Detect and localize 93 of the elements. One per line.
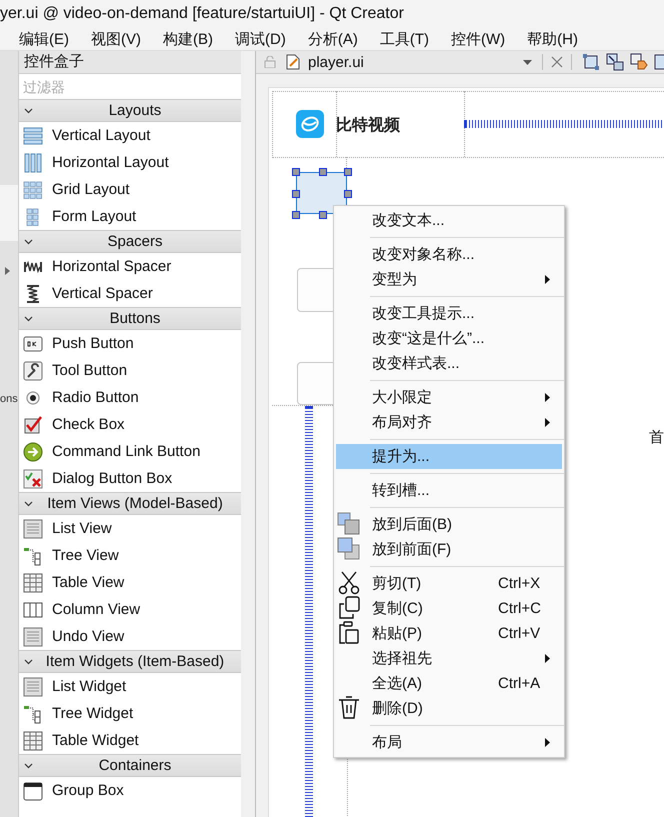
context-menu-item[interactable]: 剪切(T) Ctrl+X [336,571,562,596]
context-menu-item[interactable]: 布局 [336,730,562,755]
context-menu-item[interactable]: 改变对象名称... [336,242,562,267]
triangle-icon[interactable] [5,267,10,275]
grid-square-icon[interactable] [582,53,600,71]
context-menu-item[interactable]: 大小限定 [336,385,562,410]
widget-item[interactable]: Dialog Button Box [19,465,241,492]
ok-button-icon [23,334,43,354]
widget-item[interactable]: List Widget [19,673,241,700]
widget-item[interactable]: Vertical Spacer [19,280,241,307]
grid-icon [23,180,43,200]
app-name: 比特视频 [336,115,400,136]
wrench-icon [23,360,43,380]
panel-title: 控件盒子 [19,51,241,74]
widget-item[interactable]: Table View [19,569,241,596]
category-header[interactable]: Spacers [19,230,241,253]
chevron-icon [24,659,33,665]
chevron-icon [24,316,33,322]
tag-icon[interactable] [630,53,648,71]
context-menu-item[interactable]: 选择祖先 [336,646,562,671]
context-menu-item[interactable]: 变型为 [336,267,562,292]
widget-item[interactable]: Radio Button [19,384,241,411]
widget-item[interactable]: Form Layout [19,203,241,230]
context-menu-item[interactable]: 改变文本... [336,208,562,233]
context-menu-item[interactable]: 布局对齐 [336,410,562,435]
context-menu-item[interactable]: 复制(C) Ctrl+C [336,596,562,621]
category-header[interactable]: Containers [19,754,241,777]
arrow-square-icon[interactable] [606,53,624,71]
rows-icon [23,126,43,146]
menu-item[interactable]: 构建(B) [156,30,220,48]
close-icon[interactable] [551,56,563,68]
menu-item[interactable]: 视图(V) [84,30,148,48]
menu-item[interactable]: 编辑(E) [12,30,76,48]
context-menu-item[interactable]: 粘贴(P) Ctrl+V [336,621,562,646]
selected-widget[interactable] [292,168,352,219]
widget-item[interactable]: Check Box [19,411,241,438]
widget-item[interactable]: List View [19,515,241,542]
column-view-icon [23,600,43,620]
category-header[interactable]: Item Widgets (Item-Based) [19,650,241,673]
list-icon [23,676,43,696]
window-title: yer.ui @ video-on-demand [feature/startuiUI] - Qt Creator [0,5,404,23]
menu-item[interactable]: 控件(W) [444,30,512,48]
tree-icon [23,546,43,566]
tree-icon [23,704,43,724]
context-menu-item[interactable]: 放到前面(F) [336,537,562,562]
arrow-circle-icon [23,442,43,462]
widget-item[interactable]: Push Button [19,330,241,357]
widget-item[interactable]: Horizontal Spacer [19,253,241,280]
menu-item[interactable]: 帮助(H) [520,30,585,48]
chevron-icon [24,108,33,114]
checkbox-icon [23,414,43,434]
widget-item[interactable]: Table Widget [19,727,241,754]
context-menu-item[interactable]: 全选(A) Ctrl+A [336,671,562,696]
menu-item[interactable]: 调试(D) [228,30,293,48]
mode-label[interactable]: ons [0,393,18,405]
form-label: 首 [649,428,664,447]
context-menu-item[interactable]: 提升为... [336,444,562,469]
window-icon [23,780,43,800]
columns-icon [23,152,43,172]
context-menu-item[interactable]: 改变样式表... [336,351,562,376]
category-header[interactable]: Layouts [19,99,241,122]
caret-icon[interactable] [523,60,532,64]
table-icon [23,572,43,592]
menu-item[interactable]: 工具(T) [372,30,436,48]
chevron-icon [24,239,33,245]
chevron-icon [24,501,33,507]
context-menu-item[interactable]: 放到后面(B) [336,512,562,537]
context-menu-item[interactable]: 转到槽... [336,478,562,503]
app-logo-icon [296,110,324,138]
context-menu-item[interactable]: 删除(D) [336,696,562,721]
category-header[interactable]: Item Views (Model-Based) [19,492,241,515]
menu-item[interactable]: 分析(A) [300,30,365,48]
list-icon [23,626,43,646]
widget-item[interactable]: Command Link Button [19,438,241,465]
category-header[interactable]: Buttons [19,307,241,330]
chevron-icon [24,763,33,769]
widget-item[interactable]: Column View [19,596,241,623]
widget-item[interactable]: Tool Button [19,357,241,384]
check-cross-icon [23,468,43,488]
file-tab[interactable]: player.ui [308,54,364,70]
widget-item[interactable]: Tree View [19,542,241,569]
widget-item[interactable]: Grid Layout [19,176,241,203]
context-menu-item[interactable]: 改变“这是什么”... [336,326,562,351]
widget-item[interactable]: Tree Widget [19,700,241,727]
widget-item[interactable]: Horizontal Layout [19,149,241,176]
widget-item[interactable]: Undo View [19,623,241,650]
table-icon [23,730,43,750]
widget-item[interactable]: Group Box [19,777,241,804]
widget-item[interactable]: Vertical Layout [19,122,241,149]
picture-frame-icon[interactable] [654,53,664,71]
context-menu-item[interactable]: 改变工具提示... [336,301,562,326]
list-icon [23,518,43,538]
file-icon [286,54,300,70]
